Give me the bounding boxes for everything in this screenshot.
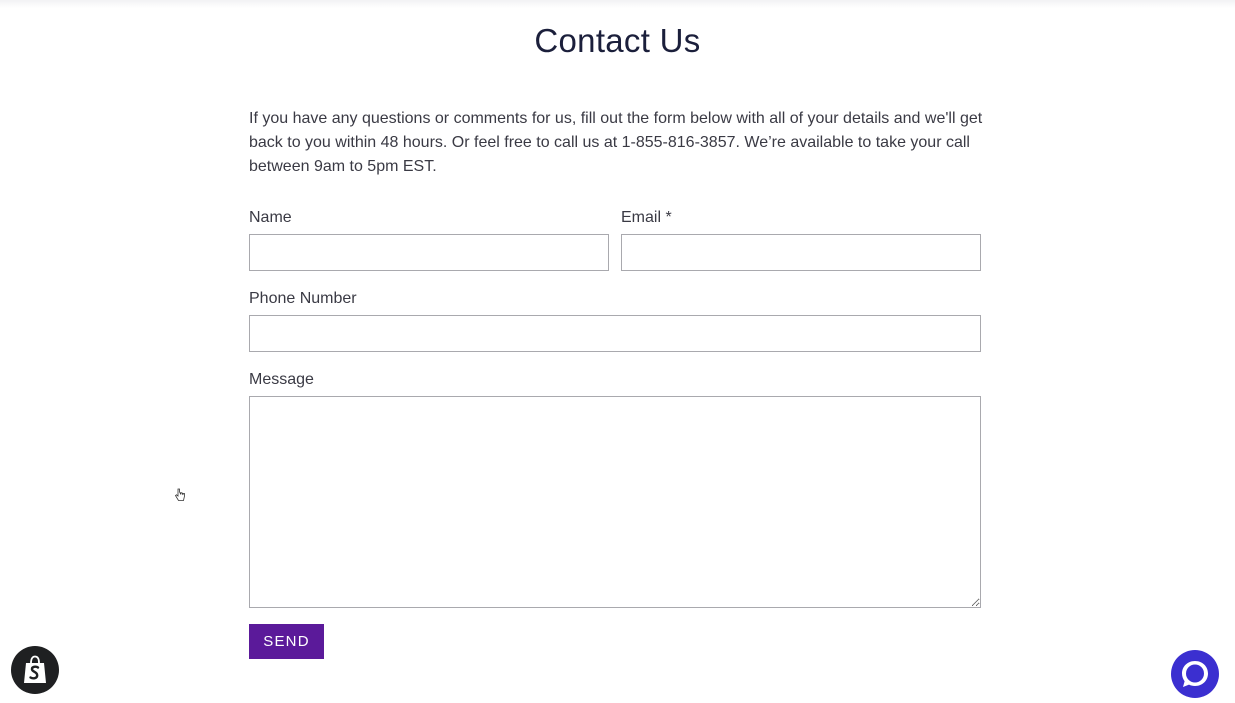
name-label: Name [249, 209, 292, 226]
message-textarea[interactable] [249, 396, 981, 608]
name-input[interactable] [249, 234, 609, 271]
intro-text: If you have any questions or comments fo… [249, 110, 983, 175]
shopify-bag-icon [24, 655, 46, 683]
message-label: Message [249, 371, 314, 388]
chat-button[interactable] [1171, 650, 1219, 698]
phone-label: Phone Number [249, 290, 357, 307]
hand-cursor-icon [174, 488, 185, 501]
email-label: Email * [621, 209, 672, 226]
top-edge-shadow [0, 0, 1235, 8]
phone-input[interactable] [249, 315, 981, 352]
chat-bubble-icon [1182, 661, 1208, 687]
page-title: Contact Us [534, 22, 701, 59]
email-input[interactable] [621, 234, 981, 271]
shopify-badge[interactable] [11, 646, 59, 694]
send-button[interactable]: SEND [249, 624, 324, 659]
